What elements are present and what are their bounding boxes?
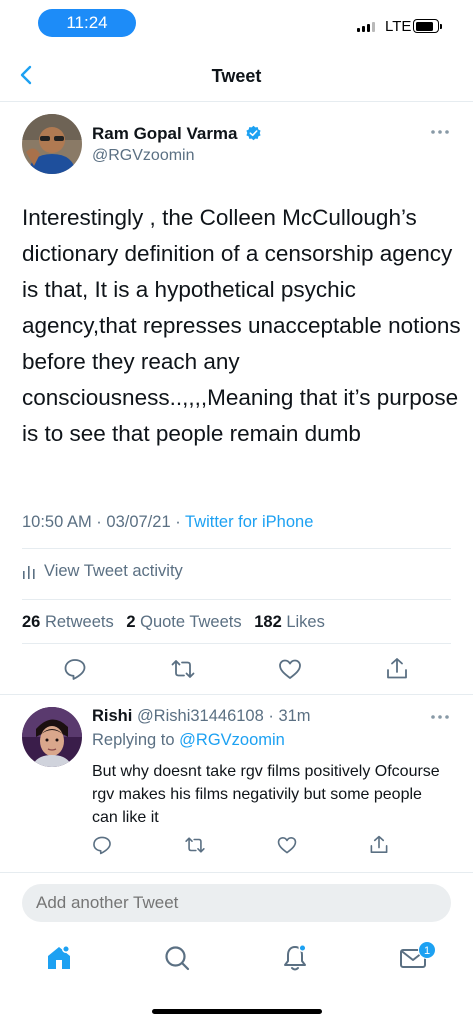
reply-actions bbox=[0, 834, 473, 858]
messages-badge: 1 bbox=[418, 941, 436, 959]
share-button[interactable] bbox=[384, 656, 410, 682]
likes-count: 182 bbox=[254, 613, 282, 631]
reply-icon bbox=[64, 659, 86, 680]
reply-reply-button[interactable] bbox=[91, 834, 113, 856]
like-button[interactable] bbox=[277, 656, 303, 682]
heart-icon bbox=[279, 659, 301, 679]
tab-search[interactable] bbox=[161, 942, 193, 974]
dot-separator: · bbox=[263, 707, 279, 725]
retweets-count: 26 bbox=[22, 613, 41, 631]
share-icon bbox=[387, 658, 407, 679]
author-avatar[interactable] bbox=[22, 114, 82, 174]
reply-header: Rishi @Rishi31446108 · 31m bbox=[92, 707, 311, 726]
reply-retweet-button[interactable] bbox=[184, 834, 206, 856]
reply-button[interactable] bbox=[62, 656, 88, 682]
quotes-label: Quote Tweets bbox=[140, 613, 242, 631]
retweet-button[interactable] bbox=[170, 656, 196, 682]
likes-stat[interactable]: 182 Likes bbox=[254, 613, 333, 631]
activity-bars-icon bbox=[23, 565, 35, 579]
ellipsis-icon bbox=[431, 130, 449, 134]
tweet-time: 10:50 AM bbox=[22, 513, 92, 531]
share-icon bbox=[370, 835, 388, 853]
tweet-timestamp: 10:50 AM · 03/07/21 · Twitter for iPhone bbox=[22, 513, 314, 531]
tab-bar bbox=[0, 936, 473, 986]
reply-author-handle[interactable]: @Rishi31446108 bbox=[137, 707, 264, 725]
divider bbox=[0, 694, 473, 695]
author-handle[interactable]: @RGVzoomin bbox=[92, 147, 195, 165]
heart-icon bbox=[277, 837, 297, 854]
tab-home[interactable] bbox=[43, 942, 75, 974]
tweet-date: 03/07/21 bbox=[106, 513, 171, 531]
divider bbox=[22, 643, 451, 644]
nav-header: Tweet bbox=[0, 48, 473, 102]
avatar-image bbox=[22, 707, 82, 767]
home-icon bbox=[48, 944, 71, 969]
more-options-button[interactable] bbox=[428, 122, 452, 142]
reply-icon bbox=[93, 836, 111, 855]
quotes-count: 2 bbox=[126, 613, 136, 631]
home-indicator[interactable] bbox=[152, 1009, 322, 1014]
divider bbox=[22, 548, 451, 549]
ellipsis-icon bbox=[431, 715, 449, 719]
avatar-image bbox=[22, 114, 82, 174]
search-icon bbox=[165, 946, 190, 971]
reply-like-button[interactable] bbox=[276, 834, 298, 856]
tweet-text: Interestingly , the Colleen McCullough’s… bbox=[22, 205, 461, 446]
reply-text: But why doesnt take rgv films positively… bbox=[92, 763, 440, 826]
divider bbox=[22, 599, 451, 600]
tweet-source-link[interactable]: Twitter for iPhone bbox=[185, 513, 313, 531]
page-title: Tweet bbox=[211, 66, 262, 86]
replying-to-mention[interactable]: @RGVzoomin bbox=[179, 731, 285, 749]
tab-notifications[interactable] bbox=[279, 942, 311, 974]
verified-badge-icon bbox=[245, 125, 262, 142]
status-time: 11:24 bbox=[38, 9, 136, 37]
replying-to: Replying to @RGVzoomin bbox=[92, 731, 285, 750]
battery-tip bbox=[440, 24, 442, 29]
retweet-icon bbox=[171, 660, 195, 678]
network-label: LTE bbox=[385, 18, 412, 35]
reply-share-button[interactable] bbox=[368, 834, 390, 856]
quotes-stat[interactable]: 2 Quote Tweets bbox=[126, 613, 249, 631]
status-bar: 11:24 LTE bbox=[0, 0, 473, 48]
author-name[interactable]: Ram Gopal Varma bbox=[92, 124, 238, 144]
retweets-stat[interactable]: 26 Retweets bbox=[22, 613, 122, 631]
retweet-icon bbox=[185, 837, 205, 853]
reply-more-options-button[interactable] bbox=[428, 707, 452, 727]
battery-icon bbox=[413, 19, 439, 33]
likes-label: Likes bbox=[286, 613, 325, 631]
reply-author-avatar[interactable] bbox=[22, 707, 82, 767]
tweet-stats: 26 Retweets 2 Quote Tweets 182 Likes bbox=[22, 613, 333, 632]
signal-icon bbox=[357, 22, 375, 32]
view-activity-button[interactable]: View Tweet activity bbox=[22, 562, 183, 581]
view-activity-label: View Tweet activity bbox=[44, 562, 183, 580]
retweets-label: Retweets bbox=[44, 613, 114, 631]
bell-icon bbox=[284, 943, 307, 971]
reply-age: 31m bbox=[278, 707, 311, 725]
add-tweet-input[interactable] bbox=[22, 884, 451, 922]
reply-author-name[interactable]: Rishi bbox=[92, 707, 132, 725]
replying-prefix: Replying to bbox=[92, 731, 175, 749]
tweet-actions bbox=[0, 656, 473, 686]
